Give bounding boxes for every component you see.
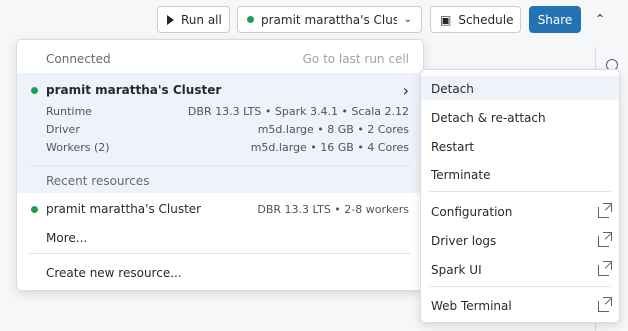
chevron-right-icon[interactable]: › — [403, 81, 409, 100]
menu-divider — [429, 286, 611, 287]
external-link-icon — [598, 231, 612, 247]
driver-logs-label: Driver logs — [431, 234, 497, 248]
more-label: More... — [46, 231, 88, 245]
cluster-selector-label: pramit marattha's Clust... — [261, 12, 397, 27]
schedule-button[interactable]: ▣ Schedule — [430, 6, 521, 33]
configuration-label: Configuration — [431, 205, 513, 219]
detach-reattach-label: Detach & re-attach — [431, 111, 546, 125]
share-button[interactable]: Share — [529, 6, 581, 33]
run-all-button[interactable]: Run all — [157, 6, 230, 33]
detach-menu-item[interactable]: Detach — [421, 78, 619, 100]
current-cluster-row[interactable]: pramit marattha's Cluster › — [17, 79, 423, 101]
web-terminal-label: Web Terminal — [431, 299, 512, 313]
driver-detail-row: Driver m5d.large • 8 GB • 2 Cores — [17, 120, 423, 138]
restart-menu-item[interactable]: Restart — [421, 136, 619, 158]
recent-cluster-row[interactable]: pramit marattha's Cluster DBR 13.3 LTS •… — [17, 198, 423, 220]
recent-cluster-name: pramit marattha's Cluster — [46, 202, 202, 216]
more-link[interactable]: More... — [17, 227, 423, 249]
driver-label: Driver — [46, 122, 80, 136]
connected-heading: Connected — [46, 52, 111, 66]
schedule-label: Schedule — [458, 12, 514, 27]
cluster-actions-menu: Detach Detach & re-attach Restart Termin… — [420, 69, 620, 323]
recent-cluster-value: DBR 13.3 LTS • 2-8 workers — [257, 202, 409, 216]
create-resource-item[interactable]: Create new resource... — [17, 262, 423, 284]
external-link-icon — [598, 202, 612, 218]
cluster-status-icon — [31, 86, 38, 94]
web-terminal-menu-item[interactable]: Web Terminal — [421, 295, 619, 317]
runtime-label: Runtime — [46, 104, 92, 118]
detach-label: Detach — [431, 82, 474, 96]
run-all-label: Run all — [181, 12, 222, 27]
cluster-status-icon — [247, 16, 254, 23]
external-link-icon — [598, 260, 612, 276]
create-resource-label: Create new resource... — [46, 266, 182, 280]
go-to-last-run-cell-link[interactable]: Go to last run cell — [303, 52, 409, 66]
configuration-menu-item[interactable]: Configuration — [421, 201, 619, 223]
workers-value: m5d.large • 16 GB • 4 Cores — [250, 140, 409, 154]
menu-divider — [29, 253, 411, 254]
spark-ui-menu-item[interactable]: Spark UI — [421, 259, 619, 281]
driver-value: m5d.large • 8 GB • 2 Cores — [257, 122, 409, 136]
menu-divider — [429, 191, 611, 192]
collapse-chevron-up-icon[interactable]: ⌃ — [595, 12, 605, 26]
external-link-icon — [598, 296, 612, 312]
detach-reattach-menu-item[interactable]: Detach & re-attach — [421, 107, 619, 129]
current-cluster-name: pramit marattha's Cluster — [46, 83, 222, 97]
share-label: Share — [537, 12, 573, 27]
cluster-status-icon — [31, 205, 38, 213]
runtime-value: DBR 13.3 LTS • Spark 3.4.1 • Scala 2.12 — [187, 104, 409, 118]
terminate-label: Terminate — [431, 168, 491, 182]
workers-detail-row: Workers (2) m5d.large • 16 GB • 4 Cores — [17, 138, 423, 156]
chevron-down-icon: ⌄ — [403, 14, 412, 25]
recent-header: Recent resources — [17, 172, 423, 190]
spark-ui-label: Spark UI — [431, 263, 482, 277]
notebook-toolbar: Run all pramit marattha's Clust... ⌄ ▣ S… — [0, 0, 628, 40]
connected-header: Connected Go to last run cell — [17, 50, 423, 68]
menu-divider — [29, 165, 411, 166]
cluster-selector[interactable]: pramit marattha's Clust... ⌄ — [237, 6, 422, 33]
calendar-icon: ▣ — [440, 12, 452, 27]
runtime-detail-row: Runtime DBR 13.3 LTS • Spark 3.4.1 • Sca… — [17, 102, 423, 120]
recent-heading: Recent resources — [46, 174, 150, 188]
driver-logs-menu-item[interactable]: Driver logs — [421, 230, 619, 252]
play-icon — [167, 14, 174, 25]
terminate-menu-item[interactable]: Terminate — [421, 164, 619, 186]
restart-label: Restart — [431, 140, 475, 154]
workers-label: Workers (2) — [46, 140, 110, 154]
cluster-menu: Connected Go to last run cell pramit mar… — [16, 39, 424, 291]
